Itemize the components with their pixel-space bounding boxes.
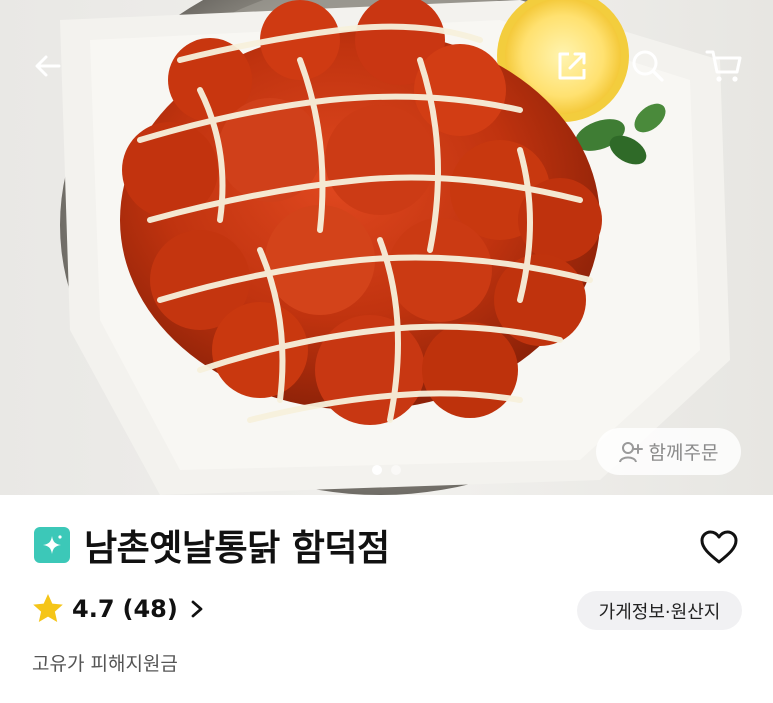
favorite-button[interactable] — [695, 523, 743, 571]
search-button[interactable] — [624, 42, 672, 90]
sparkle-icon — [43, 535, 62, 554]
search-icon — [632, 50, 664, 82]
carousel-dot[interactable] — [391, 465, 401, 475]
share-icon — [558, 52, 586, 80]
heart-icon — [700, 530, 738, 564]
store-name: 남촌옛날통닭 함덕점 — [84, 528, 390, 569]
support-fund-label: 고유가 피해지원금 — [32, 653, 178, 675]
add-person-icon — [618, 441, 643, 462]
store-info-button[interactable]: 가게정보·원산지 — [577, 591, 742, 630]
store-info-section: 남촌옛날통닭 함덕점 4.7 (48) 가게정보·원산지 고유가 피해지원금 — [0, 495, 773, 703]
arrow-left-icon — [35, 55, 61, 77]
store-title-row: 남촌옛날통닭 함덕점 — [34, 519, 390, 571]
brand-badge-icon — [34, 527, 70, 563]
carousel-dots — [0, 465, 773, 475]
cart-button[interactable] — [700, 42, 748, 90]
group-order-label: 함께주문 — [648, 442, 719, 464]
star-icon — [33, 594, 63, 622]
back-button[interactable] — [24, 42, 72, 90]
share-button[interactable] — [548, 42, 596, 90]
review-count: (48) — [122, 594, 178, 623]
chevron-right-icon — [191, 600, 203, 617]
hero-image[interactable]: 함께주문 — [0, 0, 773, 495]
cart-icon — [705, 50, 742, 82]
rating-value: 4.7 — [72, 594, 115, 623]
rating-link[interactable]: 4.7 (48) — [32, 593, 204, 624]
carousel-dot-active[interactable] — [372, 465, 382, 475]
